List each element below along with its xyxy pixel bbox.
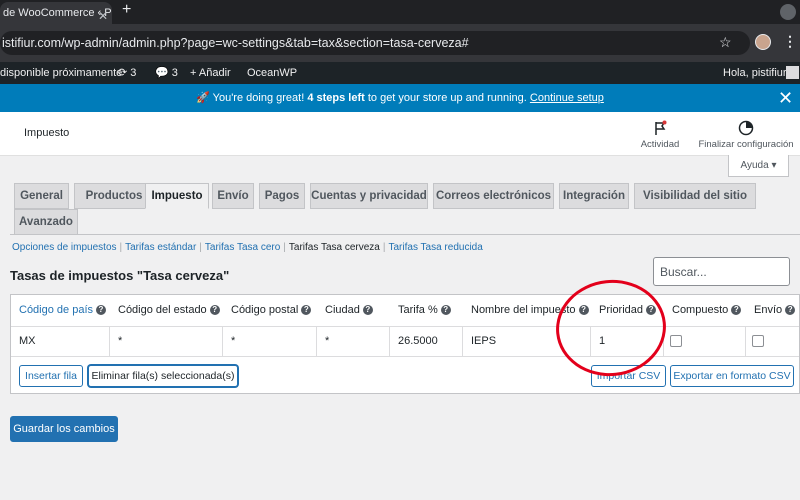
compound-checkbox[interactable] bbox=[670, 335, 682, 347]
page-header: Impuesto Actividad Finalizar configuraci… bbox=[0, 112, 800, 156]
help-icon[interactable]: ? bbox=[362, 305, 373, 316]
add-new-label: Añadir bbox=[198, 67, 231, 79]
col-name: Nombre del impuesto? bbox=[463, 295, 589, 326]
add-new-link[interactable]: + Añadir bbox=[190, 62, 231, 84]
cell-state[interactable]: * bbox=[110, 327, 223, 356]
notice-prefix: 🚀 You're doing great! bbox=[196, 92, 305, 104]
tab-integracion[interactable]: Integración bbox=[559, 183, 629, 209]
col-shipping: Envío? bbox=[746, 295, 796, 326]
updates-link[interactable]: ⟳ 3 bbox=[118, 62, 136, 84]
cell-postcode[interactable]: * bbox=[223, 327, 317, 356]
activity-label: Actividad bbox=[640, 139, 680, 150]
browser-menu-icon[interactable] bbox=[780, 4, 796, 20]
activity-button[interactable]: Actividad bbox=[638, 120, 682, 150]
cell-shipping bbox=[746, 327, 799, 356]
col-priority: Prioridad? bbox=[591, 295, 657, 326]
notice-text: to get your store up and running. bbox=[367, 92, 527, 104]
browser-tabbar: de WooCommerce ‹ P ✕ + bbox=[0, 0, 800, 24]
col-country[interactable]: Código de país? bbox=[11, 295, 106, 326]
setup-notice: 🚀 You're doing great! 4 steps left to ge… bbox=[0, 84, 800, 112]
table-row[interactable]: MX * * * 26.5000 IEPS 1 bbox=[11, 326, 799, 357]
page-title: Impuesto bbox=[24, 127, 70, 139]
comments-count: 3 bbox=[171, 67, 178, 79]
address-bar[interactable]: istifiur.com/wp-admin/admin.php?page=wc-… bbox=[0, 31, 750, 55]
cell-priority[interactable]: 1 bbox=[591, 327, 664, 356]
help-icon[interactable]: ? bbox=[785, 305, 796, 316]
section-beer[interactable]: Tarifas Tasa cerveza bbox=[289, 242, 380, 253]
browser-tab[interactable]: de WooCommerce ‹ P ✕ bbox=[0, 2, 112, 24]
tab-impuesto[interactable]: Impuesto bbox=[145, 183, 209, 209]
col-compound: Compuesto? bbox=[664, 295, 742, 326]
help-icon[interactable]: ? bbox=[731, 305, 742, 316]
section-reduced[interactable]: Tarifas Tasa reducida bbox=[388, 242, 482, 253]
finish-setup-button[interactable]: Finalizar configuración bbox=[696, 120, 796, 150]
user-greeting[interactable]: Hola, pistifiur bbox=[723, 62, 787, 84]
star-icon[interactable]: ☆ bbox=[719, 34, 732, 51]
help-icon[interactable]: ? bbox=[440, 305, 451, 316]
progress-icon bbox=[738, 120, 754, 136]
cell-name[interactable]: IEPS bbox=[463, 327, 591, 356]
tab-pagos[interactable]: Pagos bbox=[259, 183, 305, 209]
help-icon[interactable]: ? bbox=[301, 305, 312, 316]
comment-icon: 💬 bbox=[155, 67, 169, 79]
update-notice[interactable]: disponible próximamente bbox=[0, 62, 122, 84]
tab-correos[interactable]: Correos electrónicos bbox=[433, 183, 554, 209]
section-options[interactable]: Opciones de impuestos bbox=[12, 242, 117, 253]
tab-visibilidad[interactable]: Visibilidad del sitio bbox=[634, 183, 756, 209]
close-icon[interactable]: ✕ bbox=[778, 84, 793, 112]
cell-city[interactable]: * bbox=[317, 327, 390, 356]
plus-icon: + bbox=[190, 67, 197, 79]
col-rate: Tarifa %? bbox=[390, 295, 451, 326]
browser-tab-title: de WooCommerce ‹ P bbox=[3, 7, 112, 19]
import-csv-button[interactable]: Importar CSV bbox=[591, 365, 666, 387]
finish-setup-label: Finalizar configuración bbox=[698, 139, 794, 150]
help-icon[interactable]: ? bbox=[209, 305, 220, 316]
col-state: Código del estado? bbox=[110, 295, 220, 326]
refresh-icon: ⟳ bbox=[118, 67, 128, 79]
help-icon[interactable]: ? bbox=[578, 305, 589, 316]
profile-avatar[interactable] bbox=[755, 34, 771, 50]
tab-general[interactable]: General bbox=[14, 183, 69, 209]
tax-sections-nav: Opciones de impuestos | Tarifas estándar | T… bbox=[12, 242, 483, 253]
remove-rows-button[interactable]: Eliminar fila(s) seleccionada(s) bbox=[88, 365, 238, 387]
cell-rate[interactable]: 26.5000 bbox=[390, 327, 463, 356]
continue-setup-link[interactable]: Continue setup bbox=[530, 92, 604, 104]
insert-row-button[interactable]: Insertar fila bbox=[19, 365, 83, 387]
close-icon[interactable]: ✕ bbox=[98, 5, 108, 24]
wp-admin-bar: disponible próximamente ⟳ 3 💬 3 + Añadir… bbox=[0, 62, 800, 84]
help-icon[interactable]: ? bbox=[646, 305, 657, 316]
tab-avanzado[interactable]: Avanzado bbox=[14, 209, 78, 235]
tab-cuentas[interactable]: Cuentas y privacidad bbox=[310, 183, 428, 209]
new-tab-icon[interactable]: + bbox=[122, 1, 131, 19]
browser-toolbar: istifiur.com/wp-admin/admin.php?page=wc-… bbox=[0, 24, 800, 62]
flag-icon bbox=[655, 120, 667, 135]
col-city: Ciudad? bbox=[317, 295, 373, 326]
section-standard[interactable]: Tarifas estándar bbox=[125, 242, 196, 253]
search-input[interactable] bbox=[653, 257, 790, 286]
rates-title: Tasas de impuestos "Tasa cerveza" bbox=[10, 268, 230, 283]
tab-productos[interactable]: Productos bbox=[74, 183, 154, 209]
help-icon[interactable]: ? bbox=[96, 305, 106, 316]
theme-link[interactable]: OceanWP bbox=[247, 62, 297, 84]
comments-link[interactable]: 💬 3 bbox=[155, 62, 178, 84]
more-icon[interactable]: ⋮ bbox=[783, 33, 797, 50]
cell-country[interactable]: MX bbox=[11, 327, 110, 356]
updates-count: 3 bbox=[130, 67, 137, 79]
save-button[interactable]: Guardar los cambios bbox=[10, 416, 118, 442]
user-avatar[interactable] bbox=[786, 66, 799, 79]
shipping-checkbox[interactable] bbox=[752, 335, 764, 347]
col-postcode: Código postal? bbox=[223, 295, 312, 326]
help-button[interactable]: Ayuda ▾ bbox=[728, 155, 789, 177]
cell-compound bbox=[664, 327, 746, 356]
export-csv-button[interactable]: Exportar en formato CSV bbox=[670, 365, 794, 387]
notice-steps: 4 steps left bbox=[307, 92, 365, 104]
tab-envio[interactable]: Envío bbox=[212, 183, 254, 209]
tax-rates-table: Código de país? Código del estado? Códig… bbox=[10, 294, 800, 394]
section-zero[interactable]: Tarifas Tasa cero bbox=[205, 242, 280, 253]
tabs-divider bbox=[10, 234, 800, 235]
